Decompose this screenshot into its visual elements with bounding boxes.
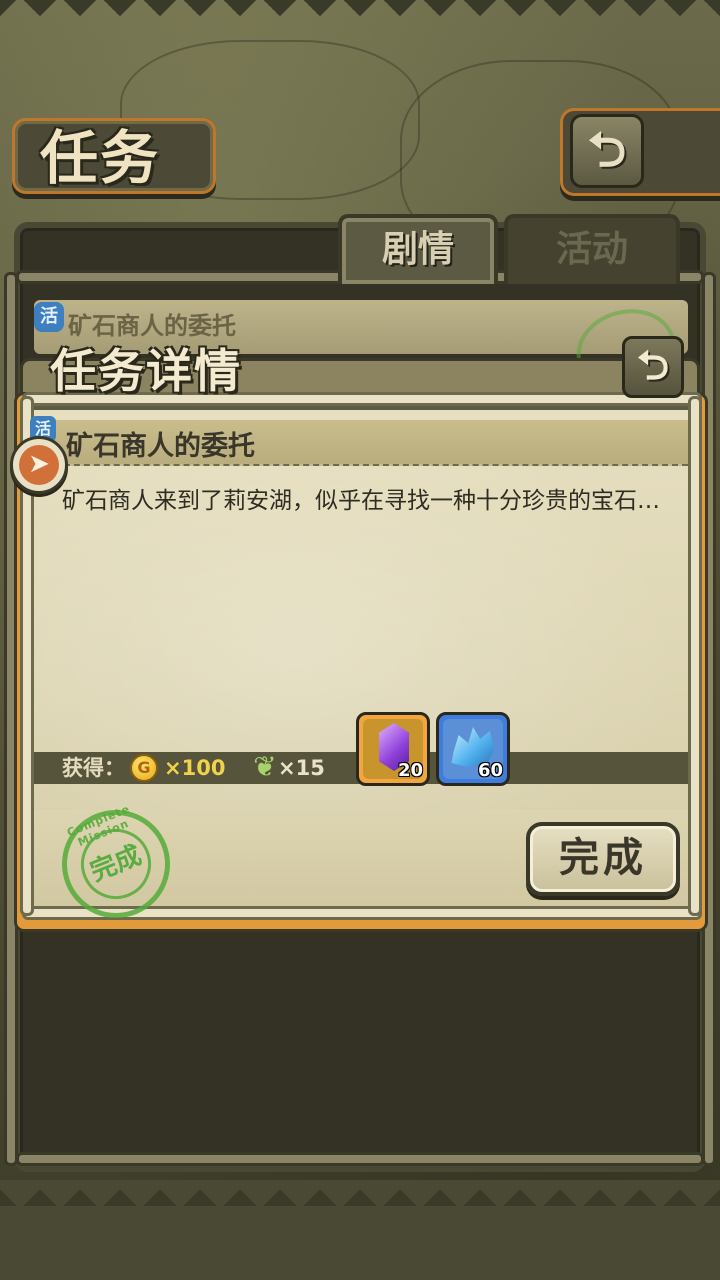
gold-reward-amount: ×100 (164, 756, 226, 780)
panel-rail-bottom (16, 1152, 704, 1166)
item-count: 20 (397, 760, 423, 781)
return-arrow-icon: ⮌ (636, 343, 670, 389)
dialog-rail-right (688, 396, 702, 916)
back-button[interactable]: ⮌ (570, 114, 644, 188)
page-title: 任务 (40, 124, 161, 192)
mission-name: 矿石商人的委托 (66, 431, 255, 462)
return-arrow-icon: ⮌ (587, 122, 627, 178)
gold-coin-icon: G (130, 754, 158, 782)
dialog-title: 任务详情 (50, 344, 242, 398)
top-border (0, 0, 720, 26)
mission-description: 矿石商人来到了莉安湖，似乎在寻找一种十分珍贵的宝石… (62, 488, 660, 514)
feather-reward-amount: ×15 (278, 756, 325, 780)
tab-story[interactable]: 剧情 (338, 214, 498, 284)
mission-arrow-badge: ➤ (10, 436, 68, 494)
reward-item-gem[interactable]: 20 (356, 712, 430, 786)
feather-icon: ❦ (253, 750, 277, 783)
quest-type-badge: 活 (34, 302, 64, 332)
direction-arrow-icon: ➤ (19, 445, 59, 485)
tab-event[interactable]: 活动 (504, 214, 680, 284)
reward-item-ore[interactable]: 60 (436, 712, 510, 786)
dialog-back-button[interactable]: ⮌ (622, 336, 684, 398)
complete-button[interactable]: 完成 (526, 822, 680, 896)
bottom-border (0, 1180, 720, 1280)
item-count: 60 (477, 760, 503, 781)
rewards-label: 获得： (62, 756, 125, 780)
